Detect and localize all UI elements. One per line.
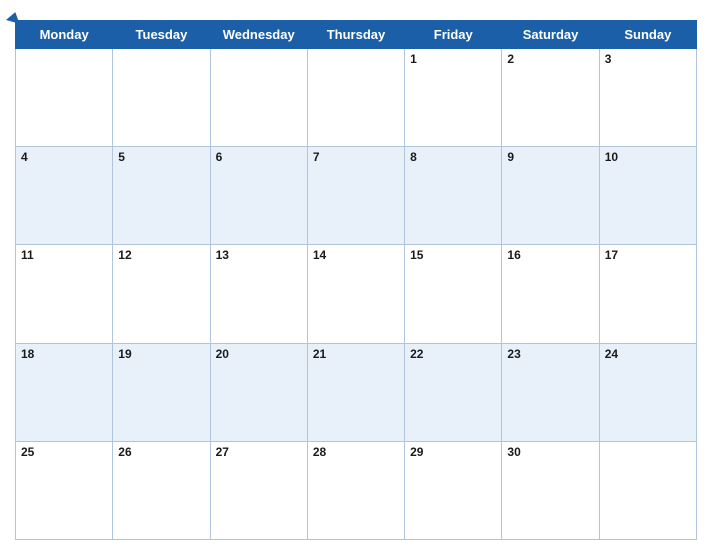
calendar-day-cell: 1: [405, 49, 502, 147]
calendar-day-cell: 17: [599, 245, 696, 343]
day-number: 30: [507, 445, 520, 459]
weekday-monday: Monday: [16, 21, 113, 49]
calendar-day-cell: [113, 49, 210, 147]
day-number: 24: [605, 347, 618, 361]
day-number: 17: [605, 248, 618, 262]
calendar-day-cell: 21: [307, 343, 404, 441]
day-number: 1: [410, 52, 417, 66]
calendar-day-cell: [599, 441, 696, 539]
day-number: 6: [216, 150, 223, 164]
day-number: 15: [410, 248, 423, 262]
calendar-day-cell: 9: [502, 147, 599, 245]
calendar-day-cell: 3: [599, 49, 696, 147]
calendar-day-cell: 26: [113, 441, 210, 539]
weekday-wednesday: Wednesday: [210, 21, 307, 49]
calendar-day-cell: 10: [599, 147, 696, 245]
weekday-header-row: MondayTuesdayWednesdayThursdayFridaySatu…: [16, 21, 697, 49]
calendar-day-cell: 16: [502, 245, 599, 343]
calendar-day-cell: 30: [502, 441, 599, 539]
calendar-day-cell: 19: [113, 343, 210, 441]
day-number: 9: [507, 150, 514, 164]
calendar-day-cell: 29: [405, 441, 502, 539]
day-number: 28: [313, 445, 326, 459]
day-number: 27: [216, 445, 229, 459]
day-number: 26: [118, 445, 131, 459]
day-number: 4: [21, 150, 28, 164]
day-number: 13: [216, 248, 229, 262]
calendar-day-cell: [307, 49, 404, 147]
calendar-week-row: 4 5 6 7 8 9 10: [16, 147, 697, 245]
calendar-day-cell: 12: [113, 245, 210, 343]
calendar-day-cell: 14: [307, 245, 404, 343]
calendar-day-cell: 4: [16, 147, 113, 245]
weekday-sunday: Sunday: [599, 21, 696, 49]
weekday-thursday: Thursday: [307, 21, 404, 49]
day-number: 20: [216, 347, 229, 361]
calendar-day-cell: 25: [16, 441, 113, 539]
calendar-week-row: 11 12 13 14 15 16 17: [16, 245, 697, 343]
day-number: 18: [21, 347, 34, 361]
day-number: 3: [605, 52, 612, 66]
weekday-tuesday: Tuesday: [113, 21, 210, 49]
day-number: 12: [118, 248, 131, 262]
day-number: 7: [313, 150, 320, 164]
calendar-week-row: 1 2 3: [16, 49, 697, 147]
calendar-day-cell: 6: [210, 147, 307, 245]
calendar-day-cell: 22: [405, 343, 502, 441]
day-number: 14: [313, 248, 326, 262]
day-number: 10: [605, 150, 618, 164]
calendar-day-cell: 28: [307, 441, 404, 539]
calendar-day-cell: 11: [16, 245, 113, 343]
calendar-day-cell: 8: [405, 147, 502, 245]
day-number: 8: [410, 150, 417, 164]
day-number: 19: [118, 347, 131, 361]
day-number: 23: [507, 347, 520, 361]
calendar-day-cell: 23: [502, 343, 599, 441]
calendar-day-cell: 15: [405, 245, 502, 343]
calendar-day-cell: 24: [599, 343, 696, 441]
calendar-day-cell: 20: [210, 343, 307, 441]
day-number: 2: [507, 52, 514, 66]
calendar-day-cell: 5: [113, 147, 210, 245]
day-number: 25: [21, 445, 34, 459]
day-number: 22: [410, 347, 423, 361]
calendar-day-cell: 7: [307, 147, 404, 245]
day-number: 29: [410, 445, 423, 459]
weekday-friday: Friday: [405, 21, 502, 49]
calendar-week-row: 18 19 20 21 22 23 24: [16, 343, 697, 441]
calendar-week-row: 25 26 27 28 29 30: [16, 441, 697, 539]
logo-triangle-icon: [6, 10, 22, 23]
day-number: 5: [118, 150, 125, 164]
calendar-table: MondayTuesdayWednesdayThursdayFridaySatu…: [15, 20, 697, 540]
weekday-saturday: Saturday: [502, 21, 599, 49]
calendar-day-cell: 18: [16, 343, 113, 441]
calendar-day-cell: [16, 49, 113, 147]
calendar-day-cell: 2: [502, 49, 599, 147]
day-number: 21: [313, 347, 326, 361]
calendar-day-cell: 27: [210, 441, 307, 539]
calendar-day-cell: [210, 49, 307, 147]
day-number: 11: [21, 248, 34, 262]
calendar-day-cell: 13: [210, 245, 307, 343]
day-number: 16: [507, 248, 520, 262]
